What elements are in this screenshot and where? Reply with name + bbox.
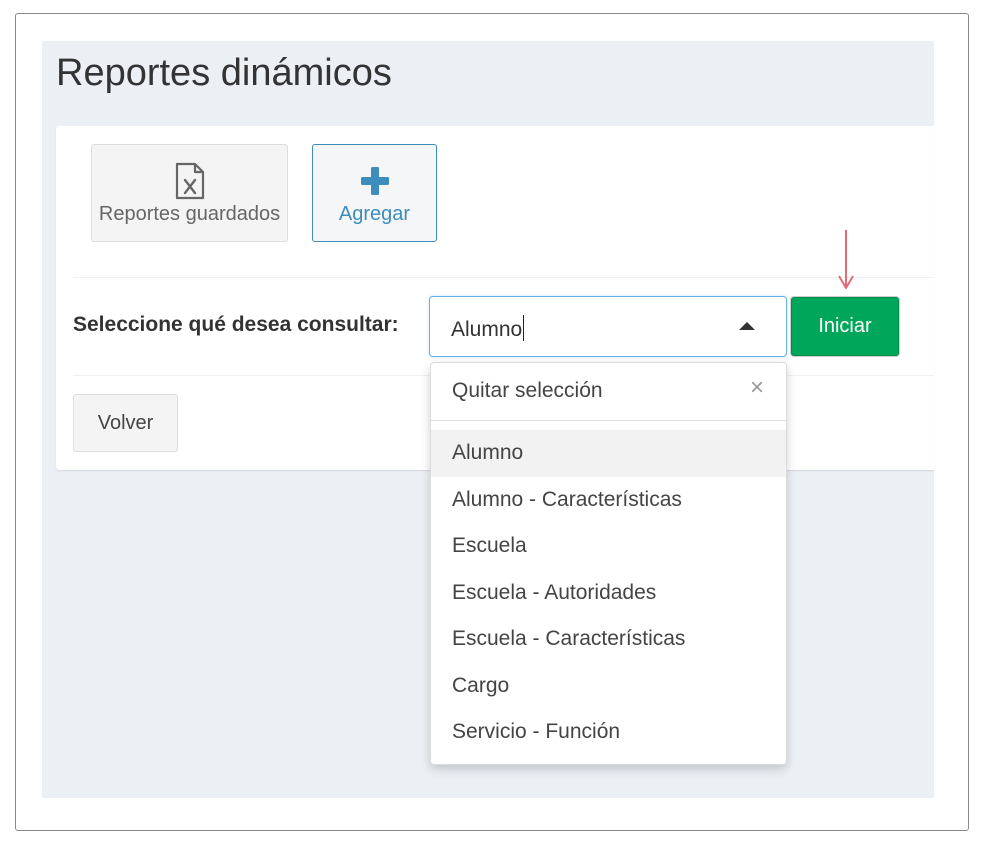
add-report-button[interactable]: Agregar <box>312 144 437 242</box>
arrow-down-icon <box>838 230 854 289</box>
close-icon[interactable]: × <box>750 376 764 400</box>
dropdown-option[interactable]: Escuela - Características <box>431 616 786 663</box>
divider <box>73 277 934 278</box>
plus-icon <box>360 161 390 201</box>
clear-selection-option[interactable]: Quitar selección × <box>431 363 786 421</box>
saved-reports-label: Reportes guardados <box>98 202 281 225</box>
file-excel-icon <box>174 161 206 201</box>
query-select-label: Seleccione qué desea consultar: <box>73 313 399 336</box>
query-select[interactable]: Alumno <box>429 296 787 357</box>
dropdown-option[interactable]: Alumno - Características <box>431 477 786 524</box>
clear-selection-label: Quitar selección <box>452 379 603 402</box>
start-button[interactable]: Iniciar <box>791 297 899 356</box>
dropdown-options: Alumno Alumno - Características Escuela … <box>431 430 786 756</box>
dropdown-option[interactable]: Alumno <box>431 430 786 477</box>
dropdown-option[interactable]: Escuela <box>431 523 786 570</box>
query-select-dropdown: Quitar selección × Alumno Alumno - Carac… <box>430 362 787 765</box>
page-title: Reportes dinámicos <box>56 52 392 94</box>
back-button[interactable]: Volver <box>73 394 178 452</box>
dropdown-option[interactable]: Escuela - Autoridades <box>431 570 786 617</box>
saved-reports-button[interactable]: Reportes guardados <box>91 144 288 242</box>
dropdown-option[interactable]: Cargo <box>431 663 786 710</box>
add-report-label: Agregar <box>338 202 411 225</box>
dropdown-option[interactable]: Servicio - Función <box>431 709 786 756</box>
caret-up-icon[interactable] <box>739 322 755 330</box>
query-select-value: Alumno <box>451 315 525 342</box>
